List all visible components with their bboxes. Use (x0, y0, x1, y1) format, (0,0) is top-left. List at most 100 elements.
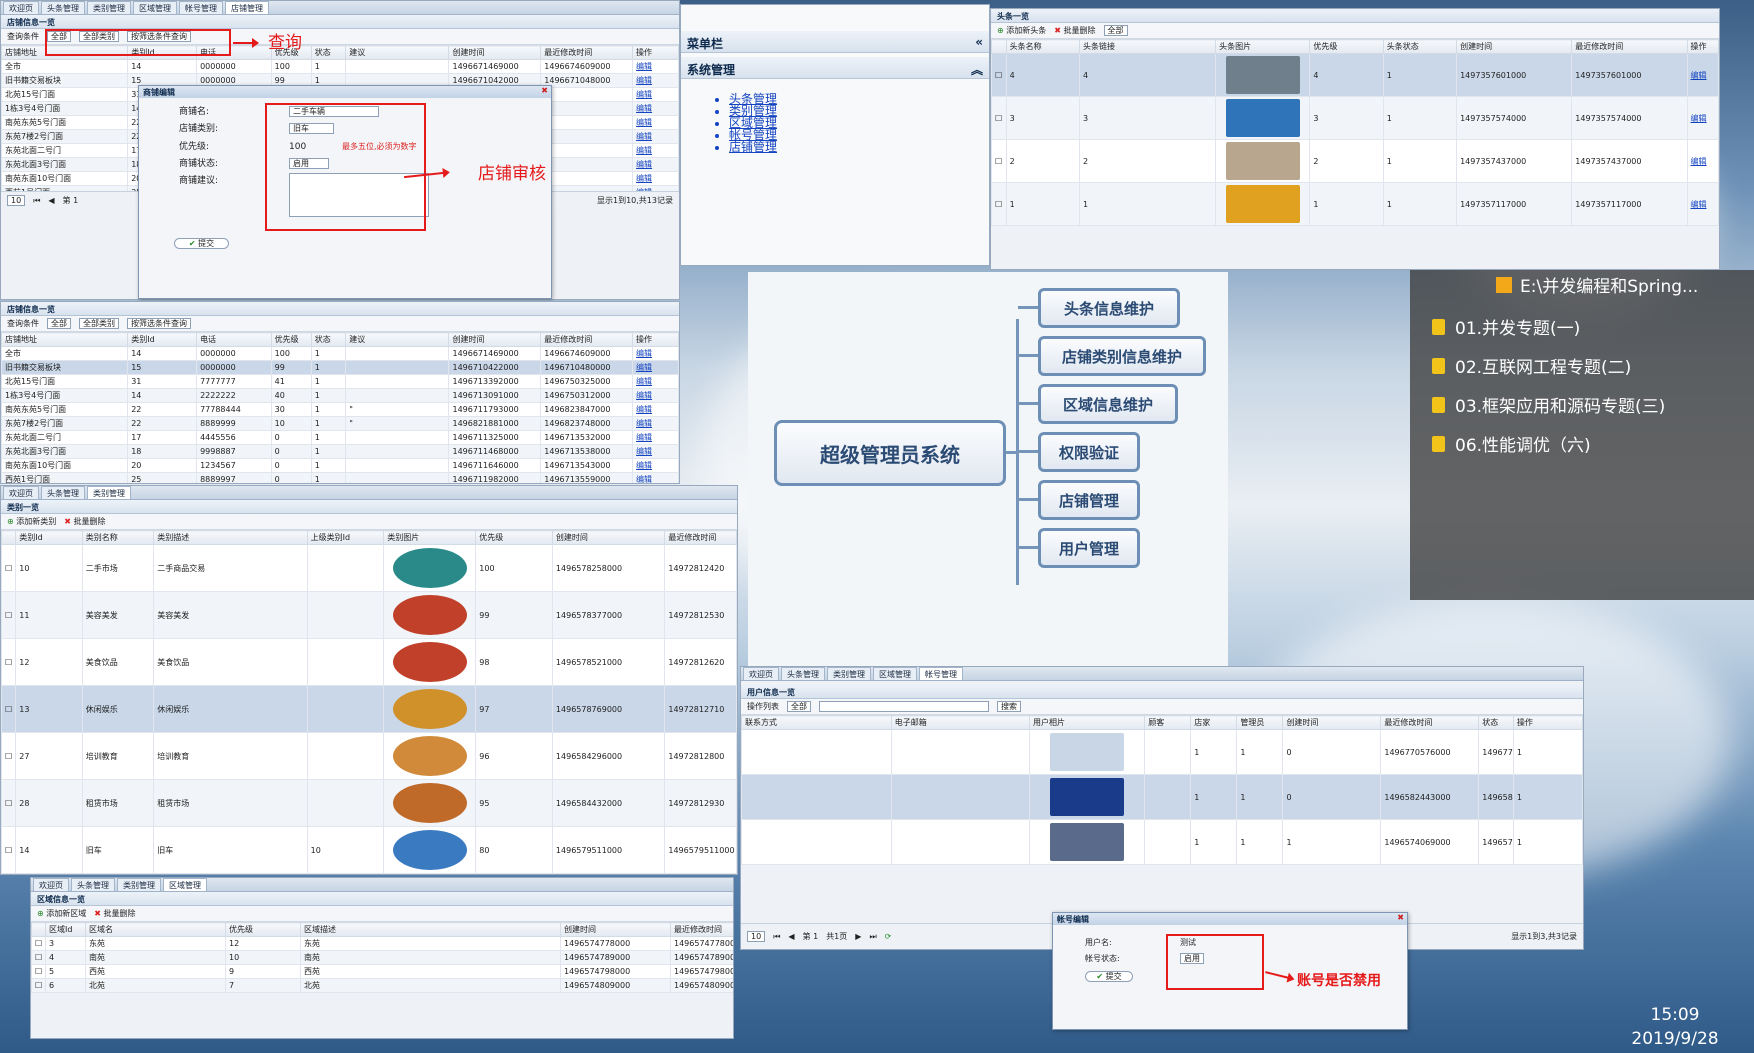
edit-link[interactable]: 编辑 (636, 363, 652, 372)
row-checkbox[interactable]: ☐ (991, 96, 1007, 140)
row-checkbox[interactable]: ☐ (31, 964, 46, 979)
tab-3[interactable]: 区域管理 (163, 878, 207, 891)
refresh-icon[interactable]: ⟳ (885, 932, 892, 941)
folder-item[interactable]: 06.性能调优（六) (1432, 431, 1591, 456)
row-checkbox[interactable]: ☐ (31, 950, 46, 965)
table-row[interactable]: 北苑15号门面 31 7777777 41 1 1496713392000 14967503… (1, 374, 679, 389)
edit-link[interactable]: 编辑 (636, 349, 652, 358)
row-checkbox[interactable]: ☐ (1, 779, 17, 827)
table-row[interactable]: 南苑东面10号门面 20 1234567 0 1 1496711646000 1496713… (1, 458, 679, 473)
select-all-checkbox[interactable] (991, 39, 1007, 54)
tab-5[interactable]: 店铺管理 (225, 1, 269, 14)
tab-1[interactable]: 头条管理 (41, 486, 85, 499)
row-checkbox[interactable]: ☐ (1, 591, 17, 639)
search-button[interactable]: 搜索 (997, 701, 1021, 712)
system-section[interactable]: 系统管理 ︽ (681, 57, 989, 79)
tab-0[interactable]: 欢迎页 (33, 878, 69, 891)
edit-link[interactable]: 编辑 (636, 461, 652, 470)
search-input[interactable] (819, 701, 989, 712)
table-row[interactable]: ☐ 4 南苑 10 南苑 1496574789000 1496574789000 (31, 950, 733, 965)
submit-button[interactable]: ✔ 提交 (174, 238, 229, 249)
page-number[interactable]: 第 1 (803, 931, 819, 942)
close-icon[interactable]: ✖ (1397, 913, 1404, 922)
tab-2[interactable]: 类别管理 (117, 878, 161, 891)
tab-1[interactable]: 头条管理 (41, 1, 85, 14)
batch-delete-button[interactable]: ✖ 批量删除 (1054, 25, 1095, 36)
taskbar-clock[interactable]: 15:09 2019/9/28 (1620, 1003, 1730, 1051)
table-row[interactable]: ☐ 3 3 3 1 1497357574000 1497357574000 编辑 (991, 96, 1719, 140)
table-row[interactable]: ☐ 14 旧车 旧车 10 80 1496579511000 1496579511000 (1, 826, 737, 874)
folder-item[interactable]: 01.并发专题(一) (1432, 314, 1580, 339)
table-row[interactable]: 110149677057600014967705760001 (741, 729, 1583, 775)
tab-2[interactable]: 类别管理 (827, 667, 871, 680)
add-area-button[interactable]: ⊕ 添加新区域 (37, 908, 86, 919)
table-row[interactable]: ☐ 12 美食饮品 美食饮品 98 1496578521000 14972812620 (1, 638, 737, 686)
row-checkbox[interactable]: ☐ (991, 139, 1007, 183)
menu-link[interactable]: 店铺管理 (729, 141, 989, 153)
batch-delete-button[interactable]: ✖ 批量删除 (64, 516, 105, 527)
tab-0[interactable]: 欢迎页 (3, 1, 39, 14)
row-checkbox[interactable]: ☐ (31, 936, 46, 951)
table-row[interactable]: 东苑北面3号门面 18 9998887 0 1 1496711468000 14967135… (1, 444, 679, 459)
status-filter[interactable]: 全部 (787, 701, 811, 712)
page-number[interactable]: 第 1 (63, 195, 79, 206)
table-row[interactable]: 东苑7楼2号门面 22 8889999 10 1 " 1496821881000 149682… (1, 416, 679, 431)
tab-2[interactable]: 类别管理 (87, 486, 131, 499)
edit-link[interactable]: 编辑 (636, 433, 652, 442)
table-row[interactable]: ☐ 13 休闲娱乐 休闲娱乐 97 1496578769000 14972812710 (1, 685, 737, 733)
edit-link[interactable]: 编辑 (636, 391, 652, 400)
table-row[interactable]: ☐ 6 北苑 7 北苑 1496574809000 1496574809000 (31, 978, 733, 993)
edit-link[interactable]: 编辑 (1691, 157, 1707, 166)
edit-link[interactable]: 编辑 (1691, 114, 1707, 123)
chevron-up-icon[interactable]: ︽ (971, 61, 983, 78)
add-headline-button[interactable]: ⊕ 添加新头条 (997, 25, 1046, 36)
table-row[interactable]: ☐ 11 美容美发 美容美发 99 1496578377000 14972812530 (1, 591, 737, 639)
last-page-icon[interactable]: ⏭ (869, 932, 876, 942)
batch-delete-button[interactable]: ✖ 批量删除 (94, 908, 135, 919)
tab-4[interactable]: 帐号管理 (179, 1, 223, 14)
select-all-checkbox[interactable] (31, 922, 46, 937)
next-page-icon[interactable]: ▶ (855, 932, 861, 941)
folder-item[interactable]: 02.互联网工程专题(二) (1432, 353, 1631, 378)
edit-link[interactable]: 编辑 (636, 76, 652, 85)
table-row[interactable]: 111149657406900014965740690001 (741, 819, 1583, 865)
status-filter[interactable]: 全部 (47, 318, 71, 329)
tab-4[interactable]: 帐号管理 (919, 667, 963, 680)
tab-1[interactable]: 头条管理 (71, 878, 115, 891)
table-row[interactable]: 旧书籍交易板块 15 0000000 99 1 1496710422000 14967104… (1, 360, 679, 375)
page-size-select[interactable]: 10 (747, 931, 766, 942)
edit-link[interactable]: 编辑 (636, 118, 652, 127)
category-filter[interactable]: 全部类别 (79, 318, 119, 329)
table-row[interactable]: ☐ 28 租赁市场 租赁市场 95 1496584432000 14972812930 (1, 779, 737, 827)
folder-item[interactable]: 03.框架应用和源码专题(三) (1432, 392, 1665, 417)
table-row[interactable]: ☐ 5 西苑 9 西苑 1496574798000 1496574798000 (31, 964, 733, 979)
edit-link[interactable]: 编辑 (636, 146, 652, 155)
row-checkbox[interactable]: ☐ (1, 544, 17, 592)
table-row[interactable]: 南苑东苑5号门面 22 77788444 30 1 " 1496711793000 14968… (1, 402, 679, 417)
table-row[interactable]: ☐ 27 培训教育 培训教育 96 1496584296000 14972812800 (1, 732, 737, 780)
first-page-icon[interactable]: ⏮ (33, 196, 40, 206)
tab-2[interactable]: 类别管理 (87, 1, 131, 14)
page-size-select[interactable]: 10 (7, 195, 26, 206)
edit-link[interactable]: 编辑 (636, 90, 652, 99)
close-icon[interactable]: ✖ (541, 86, 548, 95)
submit-button[interactable]: ✔ 提交 (1085, 971, 1133, 982)
table-row[interactable]: 1栋3号4号门面 14 2222222 40 1 1496713091000 1496750… (1, 388, 679, 403)
edit-link[interactable]: 编辑 (636, 447, 652, 456)
table-row[interactable]: 全市 14 0000000 100 1 1496671469000 149667460900… (1, 59, 679, 74)
table-row[interactable]: ☐ 10 二手市场 二手商品交易 100 1496578258000 14972812420 (1, 544, 737, 592)
row-checkbox[interactable]: ☐ (991, 182, 1007, 226)
table-row[interactable]: ☐ 4 4 4 1 1497357601000 1497357601000 编辑 (991, 53, 1719, 97)
table-row[interactable]: ☐ 1 1 1 1 1497357117000 1497357117000 编辑 (991, 182, 1719, 226)
prev-page-icon[interactable]: ◀ (48, 196, 54, 205)
table-row[interactable]: 110149658244300014965824430001 (741, 774, 1583, 820)
collapse-icon[interactable]: « (975, 35, 983, 49)
row-checkbox[interactable]: ☐ (1, 826, 17, 874)
edit-link[interactable]: 编辑 (1691, 71, 1707, 80)
prev-page-icon[interactable]: ◀ (788, 932, 794, 941)
first-page-icon[interactable]: ⏮ (773, 932, 780, 942)
edit-link[interactable]: 编辑 (636, 405, 652, 414)
edit-link[interactable]: 编辑 (636, 419, 652, 428)
tab-3[interactable]: 区域管理 (133, 1, 177, 14)
tab-3[interactable]: 区域管理 (873, 667, 917, 680)
